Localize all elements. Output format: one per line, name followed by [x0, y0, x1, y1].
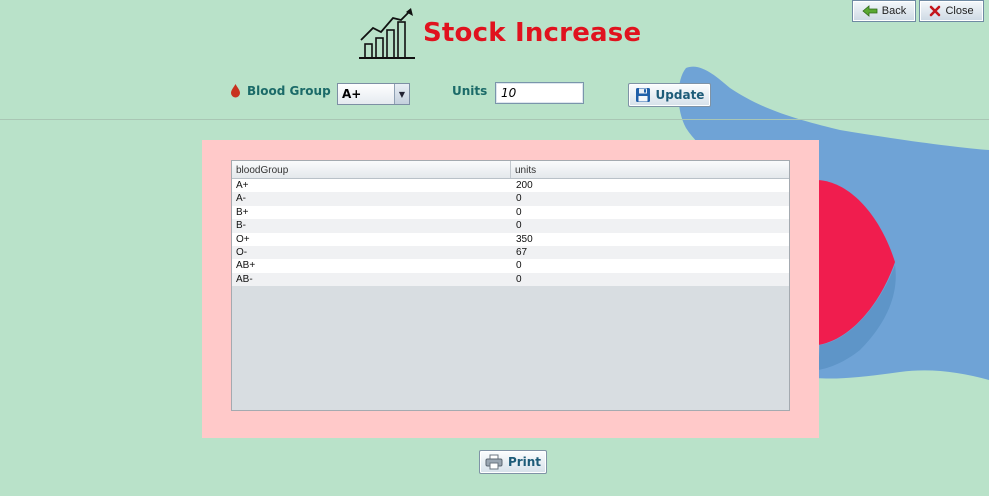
back-button[interactable]: Back — [852, 0, 916, 22]
cell-blood-group: O- — [236, 246, 248, 258]
cell-units: 67 — [516, 246, 528, 258]
cell-units: 0 — [516, 273, 522, 285]
table-row[interactable]: AB- 0 — [232, 272, 789, 287]
chevron-down-icon[interactable]: ▼ — [394, 84, 409, 104]
update-button[interactable]: Update — [628, 83, 711, 107]
header-divider — [0, 119, 989, 120]
cell-blood-group: A- — [236, 193, 246, 205]
stock-table[interactable]: bloodGroup units A+ 200 A- 0 B+ 0 B- 0 O… — [231, 160, 790, 411]
floppy-disk-icon — [635, 88, 650, 102]
blood-drop-icon — [231, 84, 240, 98]
table-row[interactable]: A- 0 — [232, 192, 789, 206]
cell-units: 0 — [516, 260, 522, 272]
page-title: Stock Increase — [423, 18, 642, 48]
cell-blood-group: O+ — [236, 233, 250, 245]
blood-group-label: Blood Group — [230, 84, 331, 98]
cell-blood-group: AB+ — [236, 260, 256, 272]
back-arrow-icon — [862, 5, 878, 17]
column-header-units[interactable]: units — [511, 161, 536, 178]
cell-blood-group: A+ — [236, 180, 249, 191]
table-row[interactable]: A+ 200 — [232, 179, 789, 193]
back-button-label: Back — [881, 5, 907, 17]
table-row[interactable]: B- 0 — [232, 219, 789, 233]
cell-units: 0 — [516, 193, 522, 205]
table-row[interactable]: O- 67 — [232, 245, 789, 260]
table-row[interactable]: O+ 350 — [232, 232, 789, 246]
cell-units: 350 — [516, 233, 533, 245]
print-button-label: Print — [507, 455, 542, 469]
units-label: Units — [452, 84, 488, 98]
cell-units: 200 — [516, 180, 533, 191]
cell-units: 0 — [516, 206, 522, 218]
close-button[interactable]: Close — [919, 0, 984, 22]
cell-blood-group: B- — [236, 220, 246, 232]
close-x-icon — [930, 5, 941, 17]
blood-group-select[interactable]: A+ ▼ — [337, 83, 410, 105]
print-button[interactable]: Print — [479, 450, 547, 474]
table-row[interactable]: B+ 0 — [232, 205, 789, 220]
cell-units: 0 — [516, 220, 522, 232]
table-row[interactable]: AB+ 0 — [232, 259, 789, 273]
printer-icon — [485, 454, 503, 470]
table-body: A+ 200 A- 0 B+ 0 B- 0 O+ 350 O- 67 AB+ 0… — [232, 179, 789, 287]
blood-group-selected-value: A+ — [342, 87, 362, 101]
close-button-label: Close — [945, 5, 974, 17]
cell-blood-group: B+ — [236, 206, 249, 218]
column-header-blood-group[interactable]: bloodGroup — [232, 161, 511, 178]
units-input[interactable] — [495, 82, 584, 104]
update-button-label: Update — [655, 88, 705, 102]
stock-chart-icon — [359, 8, 415, 59]
blood-group-label-text: Blood Group — [247, 84, 331, 98]
cell-blood-group: AB- — [236, 273, 253, 285]
table-header: bloodGroup units — [232, 161, 789, 179]
